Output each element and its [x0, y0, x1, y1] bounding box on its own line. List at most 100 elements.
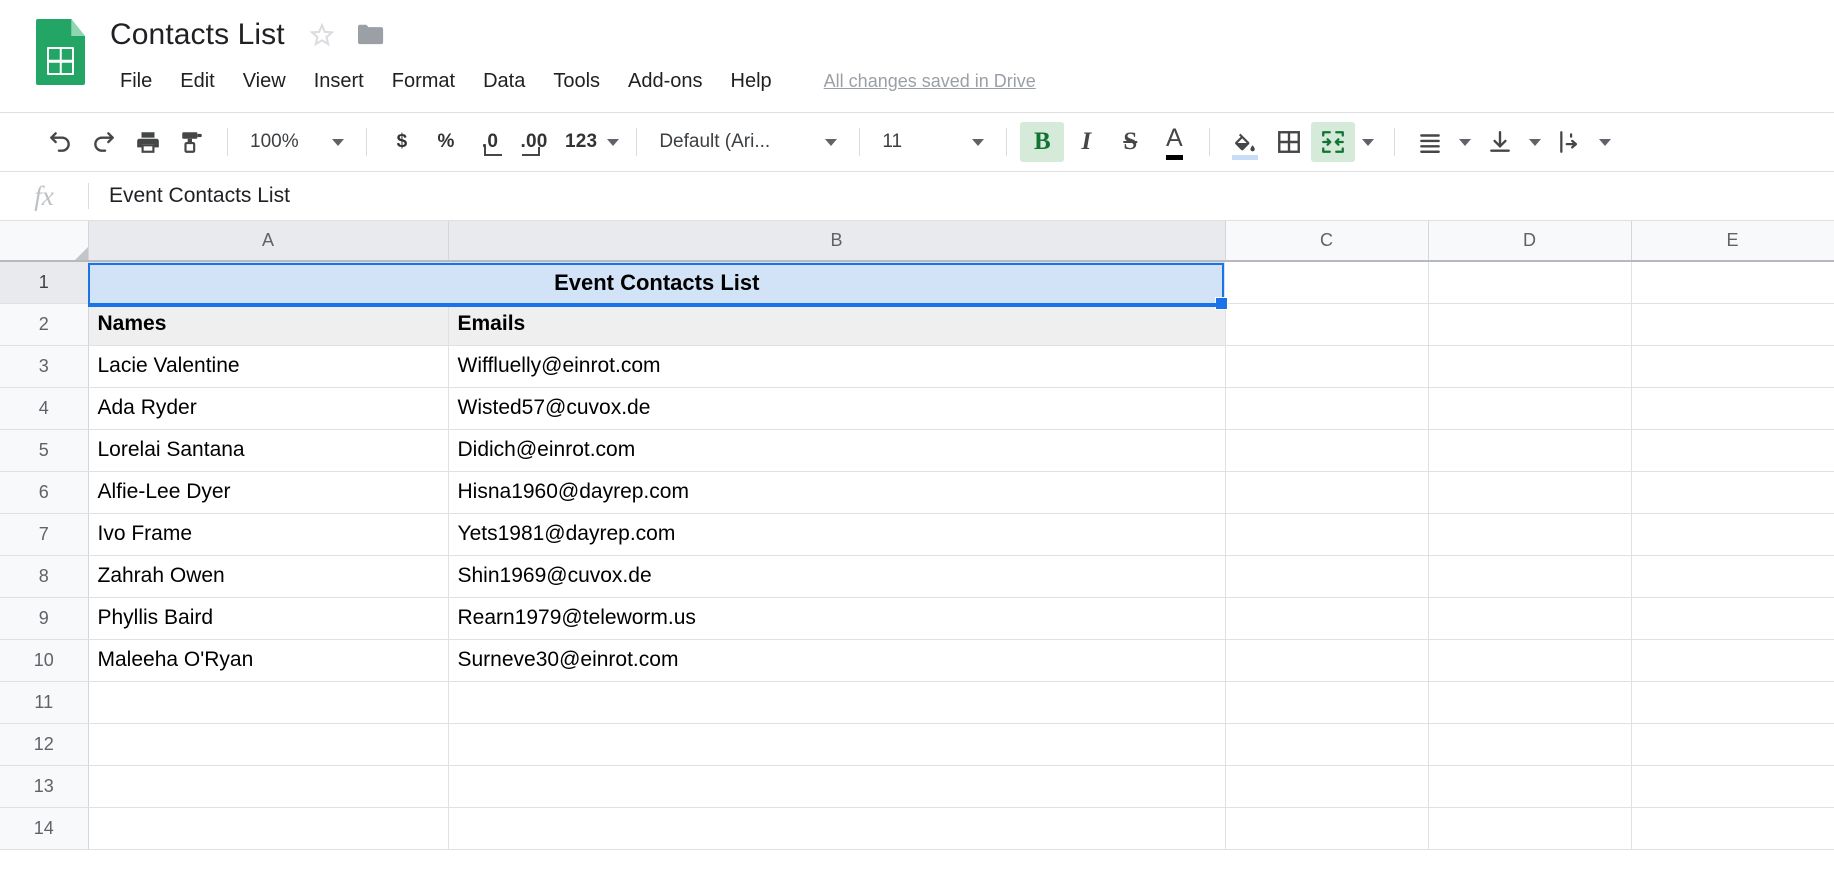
menu-file[interactable]: File — [110, 67, 162, 96]
folder-icon[interactable] — [356, 23, 384, 47]
row-header-10[interactable]: 10 — [0, 639, 89, 682]
row-header-6[interactable]: 6 — [0, 471, 89, 514]
cell-c12[interactable] — [1225, 723, 1429, 766]
cell-c11[interactable] — [1225, 681, 1429, 724]
cell-c10[interactable] — [1225, 639, 1429, 682]
cell-a2-names-header[interactable]: Names — [88, 303, 449, 346]
cell-d7[interactable] — [1428, 513, 1632, 556]
cell-a7-name[interactable]: Ivo Frame — [88, 513, 449, 556]
document-title[interactable]: Contacts List — [110, 17, 285, 53]
cell-e14[interactable] — [1631, 807, 1834, 850]
cell-c5[interactable] — [1225, 429, 1429, 472]
row-header-7[interactable]: 7 — [0, 513, 89, 556]
cell-b6-email[interactable]: Hisna1960@dayrep.com — [448, 471, 1226, 514]
print-icon[interactable] — [126, 122, 170, 162]
column-header-b[interactable]: B — [448, 221, 1226, 262]
cell-e4[interactable] — [1631, 387, 1834, 430]
column-header-d[interactable]: D — [1428, 221, 1632, 262]
cell-c7[interactable] — [1225, 513, 1429, 556]
cell-b13[interactable] — [448, 765, 1226, 808]
cell-e3[interactable] — [1631, 345, 1834, 388]
row-header-4[interactable]: 4 — [0, 387, 89, 430]
borders-icon[interactable] — [1267, 122, 1311, 162]
row-header-1[interactable]: 1 — [0, 261, 89, 304]
row-header-14[interactable]: 14 — [0, 807, 89, 850]
cell-b14[interactable] — [448, 807, 1226, 850]
strikethrough-button[interactable]: S — [1108, 122, 1152, 162]
cell-d13[interactable] — [1428, 765, 1632, 808]
merge-cells-icon[interactable] — [1311, 122, 1356, 162]
select-all-corner[interactable] — [0, 221, 89, 262]
cell-b10-email[interactable]: Surneve30@einrot.com — [448, 639, 1226, 682]
cell-a6-name[interactable]: Alfie-Lee Dyer — [88, 471, 449, 514]
cell-a12[interactable] — [88, 723, 449, 766]
decrease-decimal-button[interactable]: .0 — [468, 122, 512, 162]
bold-button[interactable]: B — [1020, 122, 1065, 162]
row-header-5[interactable]: 5 — [0, 429, 89, 472]
cell-c2[interactable] — [1225, 303, 1429, 346]
cell-e11[interactable] — [1631, 681, 1834, 724]
menu-edit[interactable]: Edit — [170, 67, 224, 96]
cell-b7-email[interactable]: Yets1981@dayrep.com — [448, 513, 1226, 556]
percent-format-button[interactable]: % — [424, 122, 468, 162]
cell-d11[interactable] — [1428, 681, 1632, 724]
cell-c14[interactable] — [1225, 807, 1429, 850]
cell-d3[interactable] — [1428, 345, 1632, 388]
cell-e5[interactable] — [1631, 429, 1834, 472]
vertical-align-dropdown[interactable] — [1522, 122, 1548, 162]
merge-options-dropdown[interactable] — [1355, 122, 1381, 162]
horizontal-align-icon[interactable] — [1408, 122, 1452, 162]
save-status-link[interactable]: All changes saved in Drive — [824, 71, 1036, 92]
cell-d1[interactable] — [1428, 261, 1632, 304]
cell-b3-email[interactable]: Wiffluelly@einrot.com — [448, 345, 1226, 388]
cell-b5-email[interactable]: Didich@einrot.com — [448, 429, 1226, 472]
undo-icon[interactable] — [38, 122, 82, 162]
cell-e13[interactable] — [1631, 765, 1834, 808]
cell-e7[interactable] — [1631, 513, 1834, 556]
cell-a14[interactable] — [88, 807, 449, 850]
zoom-selector[interactable]: 100% — [241, 122, 353, 162]
cell-c13[interactable] — [1225, 765, 1429, 808]
cell-c9[interactable] — [1225, 597, 1429, 640]
cell-c1[interactable] — [1225, 261, 1429, 304]
vertical-align-icon[interactable] — [1478, 122, 1522, 162]
paint-format-icon[interactable] — [170, 122, 214, 162]
horizontal-align-dropdown[interactable] — [1452, 122, 1478, 162]
row-header-9[interactable]: 9 — [0, 597, 89, 640]
row-header-12[interactable]: 12 — [0, 723, 89, 766]
menu-insert[interactable]: Insert — [304, 67, 374, 96]
cell-d4[interactable] — [1428, 387, 1632, 430]
cell-b9-email[interactable]: Rearn1979@teleworm.us — [448, 597, 1226, 640]
row-header-2[interactable]: 2 — [0, 303, 89, 346]
cell-e1[interactable] — [1631, 261, 1834, 304]
cell-c4[interactable] — [1225, 387, 1429, 430]
text-wrapping-icon[interactable] — [1548, 122, 1592, 162]
cell-e9[interactable] — [1631, 597, 1834, 640]
cell-b12[interactable] — [448, 723, 1226, 766]
cell-b11[interactable] — [448, 681, 1226, 724]
cell-d10[interactable] — [1428, 639, 1632, 682]
cell-d2[interactable] — [1428, 303, 1632, 346]
google-sheets-icon[interactable] — [36, 19, 85, 85]
row-header-3[interactable]: 3 — [0, 345, 89, 388]
redo-icon[interactable] — [82, 122, 126, 162]
cell-d5[interactable] — [1428, 429, 1632, 472]
menu-view[interactable]: View — [233, 67, 296, 96]
menu-help[interactable]: Help — [721, 67, 782, 96]
star-icon[interactable] — [309, 22, 335, 48]
currency-format-button[interactable]: $ — [380, 122, 424, 162]
cell-a1-merged-title[interactable]: Event Contacts List — [88, 261, 1225, 303]
font-size-selector[interactable]: 11 — [873, 122, 993, 162]
cell-e6[interactable] — [1631, 471, 1834, 514]
cell-a5-name[interactable]: Lorelai Santana — [88, 429, 449, 472]
menu-add-ons[interactable]: Add-ons — [618, 67, 713, 96]
cell-e2[interactable] — [1631, 303, 1834, 346]
text-color-button[interactable]: A — [1152, 122, 1196, 162]
font-family-selector[interactable]: Default (Ari... — [650, 122, 846, 162]
cell-a4-name[interactable]: Ada Ryder — [88, 387, 449, 430]
italic-button[interactable]: I — [1064, 122, 1108, 162]
cell-a13[interactable] — [88, 765, 449, 808]
menu-format[interactable]: Format — [382, 67, 465, 96]
row-header-11[interactable]: 11 — [0, 681, 89, 724]
cell-a3-name[interactable]: Lacie Valentine — [88, 345, 449, 388]
